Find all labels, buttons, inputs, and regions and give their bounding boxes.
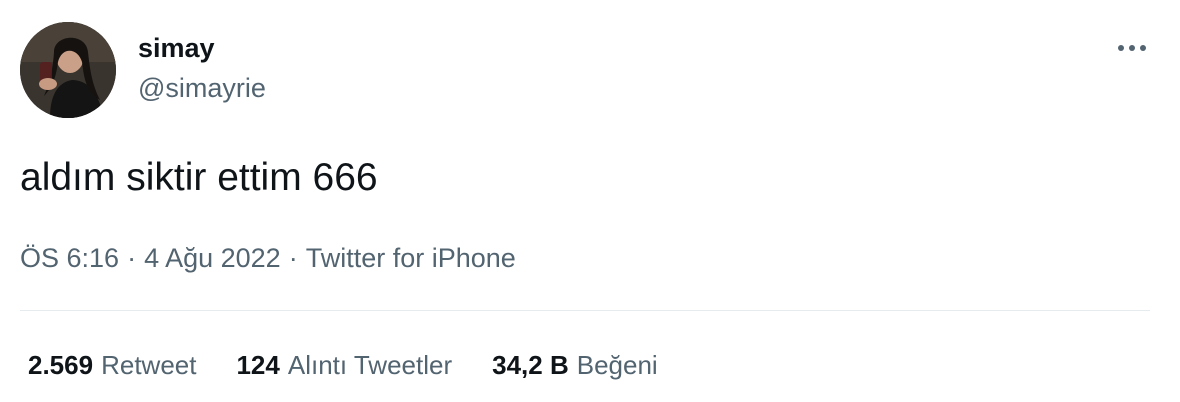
stat-count: 2.569 xyxy=(28,350,94,380)
stat-label: Alıntı Tweetler xyxy=(287,350,453,380)
stat-quote-tweets[interactable]: 124 Alıntı Tweetler xyxy=(236,347,452,383)
author-block: simay @simayrie xyxy=(138,30,266,106)
divider xyxy=(20,310,1150,311)
stat-retweets[interactable]: 2.569 Retweet xyxy=(28,347,196,383)
more-options-button[interactable] xyxy=(1108,30,1156,66)
display-name[interactable]: simay xyxy=(138,30,266,66)
tweet-card: simay @simayrie aldım siktir ettim 666 Ö… xyxy=(0,0,1180,402)
profile-photo-icon xyxy=(20,22,116,118)
more-horizontal-icon xyxy=(1118,45,1124,51)
stat-label: Retweet xyxy=(101,350,197,380)
meta-separator: · xyxy=(288,243,298,273)
stat-count: 34,2 B xyxy=(492,350,569,380)
more-horizontal-icon-dot xyxy=(1129,45,1135,51)
stat-likes[interactable]: 34,2 B Beğeni xyxy=(492,347,658,383)
user-handle[interactable]: @simayrie xyxy=(138,70,266,106)
tweet-source[interactable]: Twitter for iPhone xyxy=(306,243,516,273)
stat-label: Beğeni xyxy=(576,350,658,380)
more-horizontal-icon-dot xyxy=(1140,45,1146,51)
tweet-time[interactable]: ÖS 6:16 xyxy=(20,243,119,273)
avatar[interactable] xyxy=(20,22,116,118)
tweet-stats: 2.569 Retweet 124 Alıntı Tweetler 34,2 B Be… xyxy=(28,347,698,383)
tweet-meta: ÖS 6:16 · 4 Ağu 2022 · Twitter for iPhone xyxy=(20,240,516,276)
tweet-date[interactable]: 4 Ağu 2022 xyxy=(144,243,281,273)
meta-separator: · xyxy=(127,243,137,273)
stat-count: 124 xyxy=(236,350,280,380)
tweet-text: aldım siktir ettim 666 xyxy=(20,156,378,199)
